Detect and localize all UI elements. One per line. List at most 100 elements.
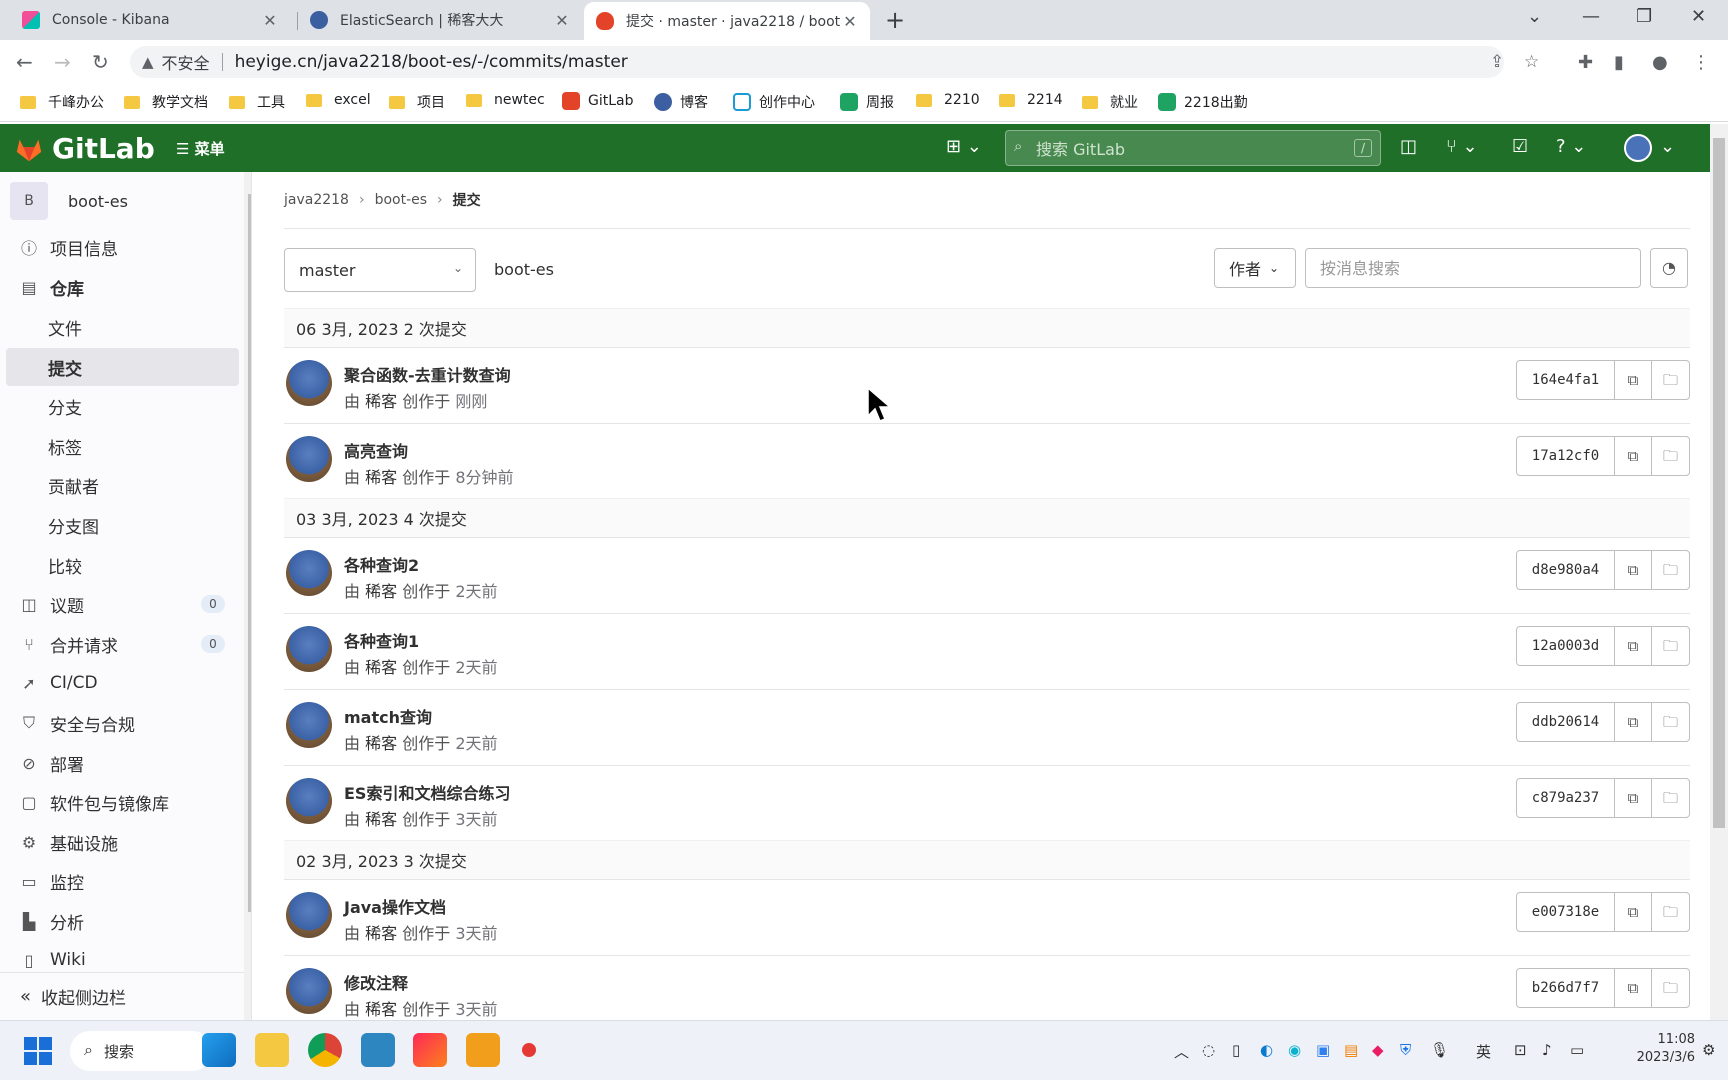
commit-title[interactable]: 聚合函数-去重计数查询 <box>344 362 511 386</box>
scrollbar-thumb[interactable] <box>248 194 251 912</box>
sidebar-project[interactable]: B boot-es <box>10 182 128 220</box>
copy-icon[interactable]: ⧉ <box>1615 437 1652 475</box>
commit-title[interactable]: 修改注释 <box>344 970 408 994</box>
author-avatar[interactable] <box>286 702 332 748</box>
repo-path[interactable]: boot-es <box>494 260 554 279</box>
author-avatar[interactable] <box>286 436 332 482</box>
sidebar-item-deployments[interactable]: ⊘ 部署 <box>6 744 239 782</box>
author-filter-dropdown[interactable]: 作者 ⌄ <box>1214 248 1296 288</box>
sidebar-item-files[interactable]: 文件 <box>6 308 239 346</box>
sidebar-item-contributors[interactable]: 贡献者 <box>6 466 239 504</box>
bookmark-folder[interactable]: 2214 <box>999 92 1063 108</box>
bookmark-blog[interactable]: 博客 <box>654 92 708 112</box>
copy-icon[interactable]: ⧉ <box>1615 779 1652 817</box>
breadcrumb-group[interactable]: java2218 <box>284 192 349 208</box>
copy-icon[interactable]: ⧉ <box>1615 551 1652 589</box>
bookmark-folder[interactable]: 教学文档 <box>124 92 208 112</box>
commit-sha[interactable]: 164e4fa1 <box>1517 361 1615 399</box>
tray-app-icon[interactable]: ◆ <box>1372 1041 1384 1059</box>
breadcrumb-project[interactable]: boot-es <box>375 192 427 208</box>
sidebar-item-monitor[interactable]: ▭ 监控 <box>6 862 239 900</box>
folder-open-icon[interactable]: 🗀 <box>1652 551 1689 589</box>
ime-indicator[interactable]: 英 <box>1476 1041 1491 1062</box>
commit-sha[interactable]: b266d7f7 <box>1517 969 1615 1007</box>
folder-open-icon[interactable]: 🗀 <box>1652 969 1689 1007</box>
tray-security-icon[interactable]: ⛨ <box>1400 1041 1411 1059</box>
copy-icon[interactable]: ⧉ <box>1615 969 1652 1007</box>
commit-sha[interactable]: 12a0003d <box>1517 627 1615 665</box>
tray-app-icon[interactable]: ◉ <box>1288 1041 1301 1059</box>
bookmark-gitlab[interactable]: GitLab <box>562 92 634 110</box>
commit-title[interactable]: ES索引和文档综合练习 <box>344 780 510 804</box>
sidebar-item-security[interactable]: ⛉ 安全与合规 <box>6 704 239 742</box>
reload-icon[interactable]: ↻ <box>92 50 109 74</box>
commit-sha[interactable]: c879a237 <box>1517 779 1615 817</box>
author-avatar[interactable] <box>286 892 332 938</box>
tray-app-icon[interactable]: ◌ <box>1202 1041 1215 1059</box>
notification-icon[interactable]: ⚙ <box>1702 1041 1715 1059</box>
recorder-icon[interactable] <box>522 1043 536 1057</box>
extensions-icon[interactable]: ✚ <box>1578 52 1593 73</box>
tray-app-icon[interactable]: ▣ <box>1316 1041 1330 1059</box>
system-clock[interactable]: 11:08 2023/3/6 <box>1625 1031 1695 1067</box>
sidebar-scrollbar[interactable] <box>244 172 251 1020</box>
author-avatar[interactable] <box>286 968 332 1014</box>
tab-elasticsearch-blog[interactable]: ElasticSearch | 稀客大大 ✕ <box>298 0 582 40</box>
sidebar-item-repository[interactable]: ▤ 仓库 <box>6 268 239 306</box>
author-avatar[interactable] <box>286 550 332 596</box>
folder-open-icon[interactable]: 🗀 <box>1652 627 1689 665</box>
close-icon[interactable]: ✕ <box>554 11 570 30</box>
commit-author[interactable]: 稀客 <box>365 810 397 829</box>
breadcrumb-current[interactable]: 提交 <box>453 190 481 210</box>
author-avatar[interactable] <box>286 626 332 672</box>
tray-usb-icon[interactable]: ▯ <box>1232 1041 1240 1059</box>
commit-author[interactable]: 稀客 <box>365 392 397 411</box>
collapse-sidebar-button[interactable]: « 收起侧边栏 <box>0 972 244 1020</box>
commit-title[interactable]: Java操作文档 <box>344 894 446 918</box>
bookmark-folder[interactable]: 2210 <box>916 92 980 108</box>
commit-author[interactable]: 稀客 <box>365 468 397 487</box>
side-panel-icon[interactable]: ▮ <box>1614 52 1624 73</box>
new-tab-icon[interactable]: + <box>885 6 905 34</box>
new-item-icon[interactable]: ⊞ ⌄ <box>946 136 982 157</box>
folder-open-icon[interactable]: 🗀 <box>1652 703 1689 741</box>
chrome-icon[interactable] <box>308 1033 342 1067</box>
commit-message-search-input[interactable] <box>1305 248 1641 288</box>
bookmark-folder[interactable]: excel <box>306 92 371 108</box>
sublime-icon[interactable] <box>466 1033 500 1067</box>
star-icon[interactable]: ☆ <box>1524 52 1539 72</box>
commit-title[interactable]: 高亮查询 <box>344 438 408 462</box>
window-close-icon[interactable]: ✕ <box>1691 6 1706 27</box>
sidebar-item-infrastructure[interactable]: ⚙ 基础设施 <box>6 823 239 861</box>
commit-sha[interactable]: 17a12cf0 <box>1517 437 1615 475</box>
windows-start-icon[interactable] <box>24 1037 52 1065</box>
close-icon[interactable]: ✕ <box>262 11 278 30</box>
merge-request-icon[interactable]: ⑂ ⌄ <box>1446 136 1478 157</box>
sidebar-item-cicd[interactable]: ➚ CI/CD <box>6 664 239 702</box>
gitlab-search-input[interactable]: ⌕ 搜索 GitLab / <box>1005 130 1381 166</box>
share-icon[interactable]: ⇪ <box>1490 52 1504 72</box>
commit-author[interactable]: 稀客 <box>365 658 397 677</box>
tab-gitlab-commits[interactable]: 提交 · master · java2218 / boot ✕ <box>584 2 870 40</box>
commit-sha[interactable]: e007318e <box>1517 893 1615 931</box>
commit-sha[interactable]: d8e980a4 <box>1517 551 1615 589</box>
commit-author[interactable]: 稀客 <box>365 582 397 601</box>
sidebar-item-merge-requests[interactable]: ⑂ 合并请求 0 <box>6 625 239 663</box>
microphone-icon[interactable]: 🎙 <box>1430 1041 1449 1059</box>
sidebar-item-project-info[interactable]: ⓘ 项目信息 <box>6 228 239 266</box>
bookmark-folder[interactable]: newtec <box>466 92 545 108</box>
bookmark-folder[interactable]: 项目 <box>389 92 445 112</box>
vscode-icon[interactable] <box>202 1033 236 1067</box>
bookmark-folder[interactable]: 就业 <box>1082 92 1138 112</box>
page-scrollbar[interactable] <box>1710 124 1728 1020</box>
rss-feed-button[interactable]: ◔ <box>1650 248 1688 288</box>
author-avatar[interactable] <box>286 778 332 824</box>
sidebar-item-commits[interactable]: 提交 <box>6 348 239 386</box>
copy-icon[interactable]: ⧉ <box>1615 627 1652 665</box>
author-avatar[interactable] <box>286 360 332 406</box>
network-icon[interactable]: ⊡ <box>1514 1041 1527 1059</box>
user-avatar[interactable] <box>1624 134 1652 162</box>
bookmark-weekly[interactable]: 周报 <box>840 92 894 112</box>
close-icon[interactable]: ✕ <box>842 12 858 31</box>
forward-icon[interactable]: → <box>54 50 71 74</box>
